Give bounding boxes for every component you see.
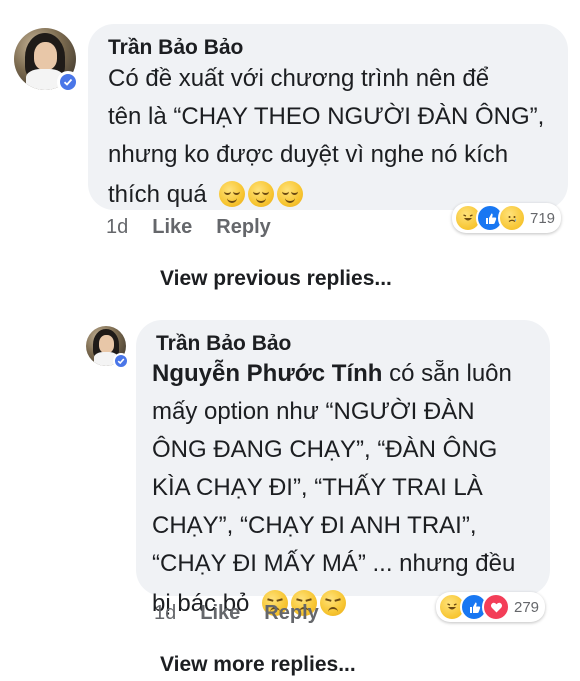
love-reaction-icon	[482, 593, 510, 621]
comment-line: tên là “CHẠY THEO NGƯỜI ĐÀN ÔNG”,	[108, 103, 545, 130]
reply-line: ÔNG ĐANG CHẠY”, “ĐÀN ÔNG	[152, 436, 498, 463]
reply-line: “CHẠY ĐI MẤY MÁ” ... nhưng đều	[152, 550, 516, 577]
reply-timestamp[interactable]: 1d	[154, 602, 176, 625]
verified-badge-icon	[113, 353, 129, 369]
reaction-count: 719	[530, 209, 556, 227]
avatar[interactable]	[14, 28, 79, 93]
reply-author[interactable]: Trần Bảo Bảo	[156, 332, 291, 356]
reply-line: KÌA CHẠY ĐI”, “THẤY TRAI LÀ	[152, 474, 483, 501]
avatar[interactable]	[86, 326, 129, 369]
reactions-summary[interactable]: 279	[436, 592, 546, 622]
comment-line: Có đề xuất với chương trình nên để	[108, 65, 490, 92]
like-button[interactable]: Like	[200, 602, 240, 625]
reply-line: CHẠY”, “CHẠY ĐI ANH TRAI”,	[152, 512, 477, 539]
disappointed-face-emoji	[320, 590, 347, 616]
reply-meta: 1d Like Reply	[154, 602, 319, 625]
mention-link[interactable]: Nguyễn Phước Tính	[152, 360, 382, 387]
relieved-face-emoji	[277, 181, 304, 207]
view-more-replies-link[interactable]: View more replies...	[160, 653, 356, 677]
comment-meta: 1d Like Reply	[106, 216, 271, 239]
comment-author[interactable]: Trần Bảo Bảo	[108, 36, 243, 60]
relieved-face-emoji	[219, 181, 246, 207]
reply-line: có sẵn luôn	[382, 360, 512, 387]
view-previous-replies-link[interactable]: View previous replies...	[160, 267, 392, 291]
reply-button[interactable]: Reply	[216, 216, 270, 239]
comment-timestamp[interactable]: 1d	[106, 216, 128, 239]
reactions-summary[interactable]: 719	[452, 203, 562, 233]
reply-text: Nguyễn Phước Tính có sẵn luôn mấy option…	[152, 355, 544, 623]
comment-line: nhưng ko được duyệt vì nghe nó kích	[108, 141, 509, 168]
reply-button[interactable]: Reply	[264, 602, 318, 625]
relieved-face-emoji	[248, 181, 275, 207]
like-button[interactable]: Like	[152, 216, 192, 239]
reaction-count: 279	[514, 598, 540, 616]
verified-badge-icon	[57, 71, 79, 93]
comment-line: thích quá	[108, 181, 207, 208]
reply-line: mấy option như “NGƯỜI ĐÀN	[152, 398, 475, 425]
comment-text: Có đề xuất với chương trình nên để tên l…	[108, 60, 558, 214]
sad-reaction-icon	[498, 204, 526, 232]
